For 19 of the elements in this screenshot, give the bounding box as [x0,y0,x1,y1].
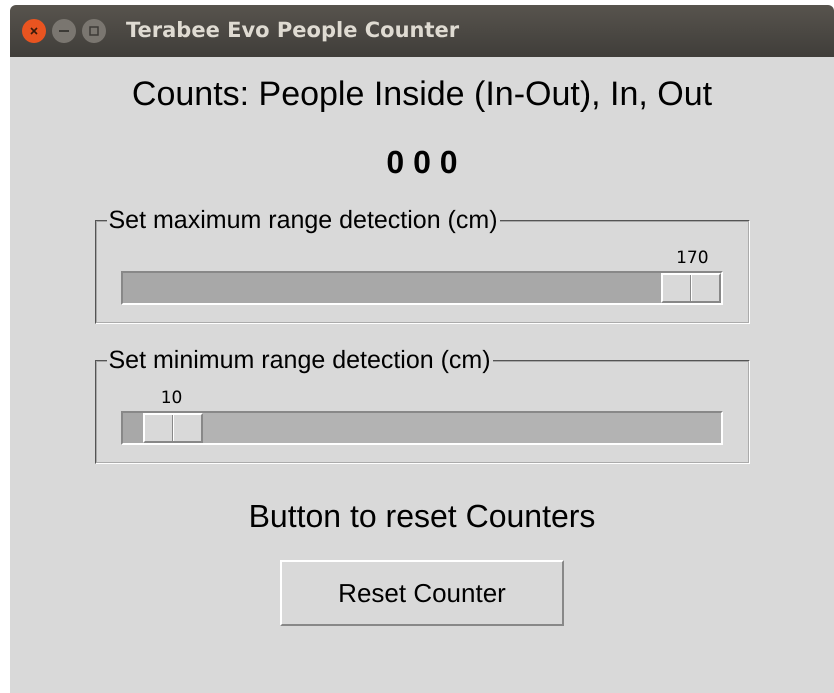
slider-track[interactable] [120,411,722,445]
slider-thumb[interactable] [660,273,721,303]
reset-button[interactable]: Reset Counter [280,560,564,626]
minimize-icon [59,30,69,32]
group-label: Set minimum range detection (cm) [108,348,492,373]
counts-heading: Counts: People Inside (In-Out), In, Out [132,77,712,111]
slider-track[interactable] [120,271,722,305]
maximize-button[interactable] [82,19,106,43]
slider-value: 170 [676,250,709,267]
slider-thumb[interactable] [143,413,204,443]
slider-value: 10 [160,390,182,407]
counts-value: 0 0 0 [386,146,458,178]
group-label: Set maximum range detection (cm) [108,208,499,233]
window-title: Terabee Evo People Counter [126,17,460,44]
close-button[interactable] [22,19,46,43]
close-icon [29,26,39,36]
maximize-icon [89,26,99,36]
reset-label: Button to reset Counters [248,500,596,532]
minimize-button[interactable] [52,19,76,43]
